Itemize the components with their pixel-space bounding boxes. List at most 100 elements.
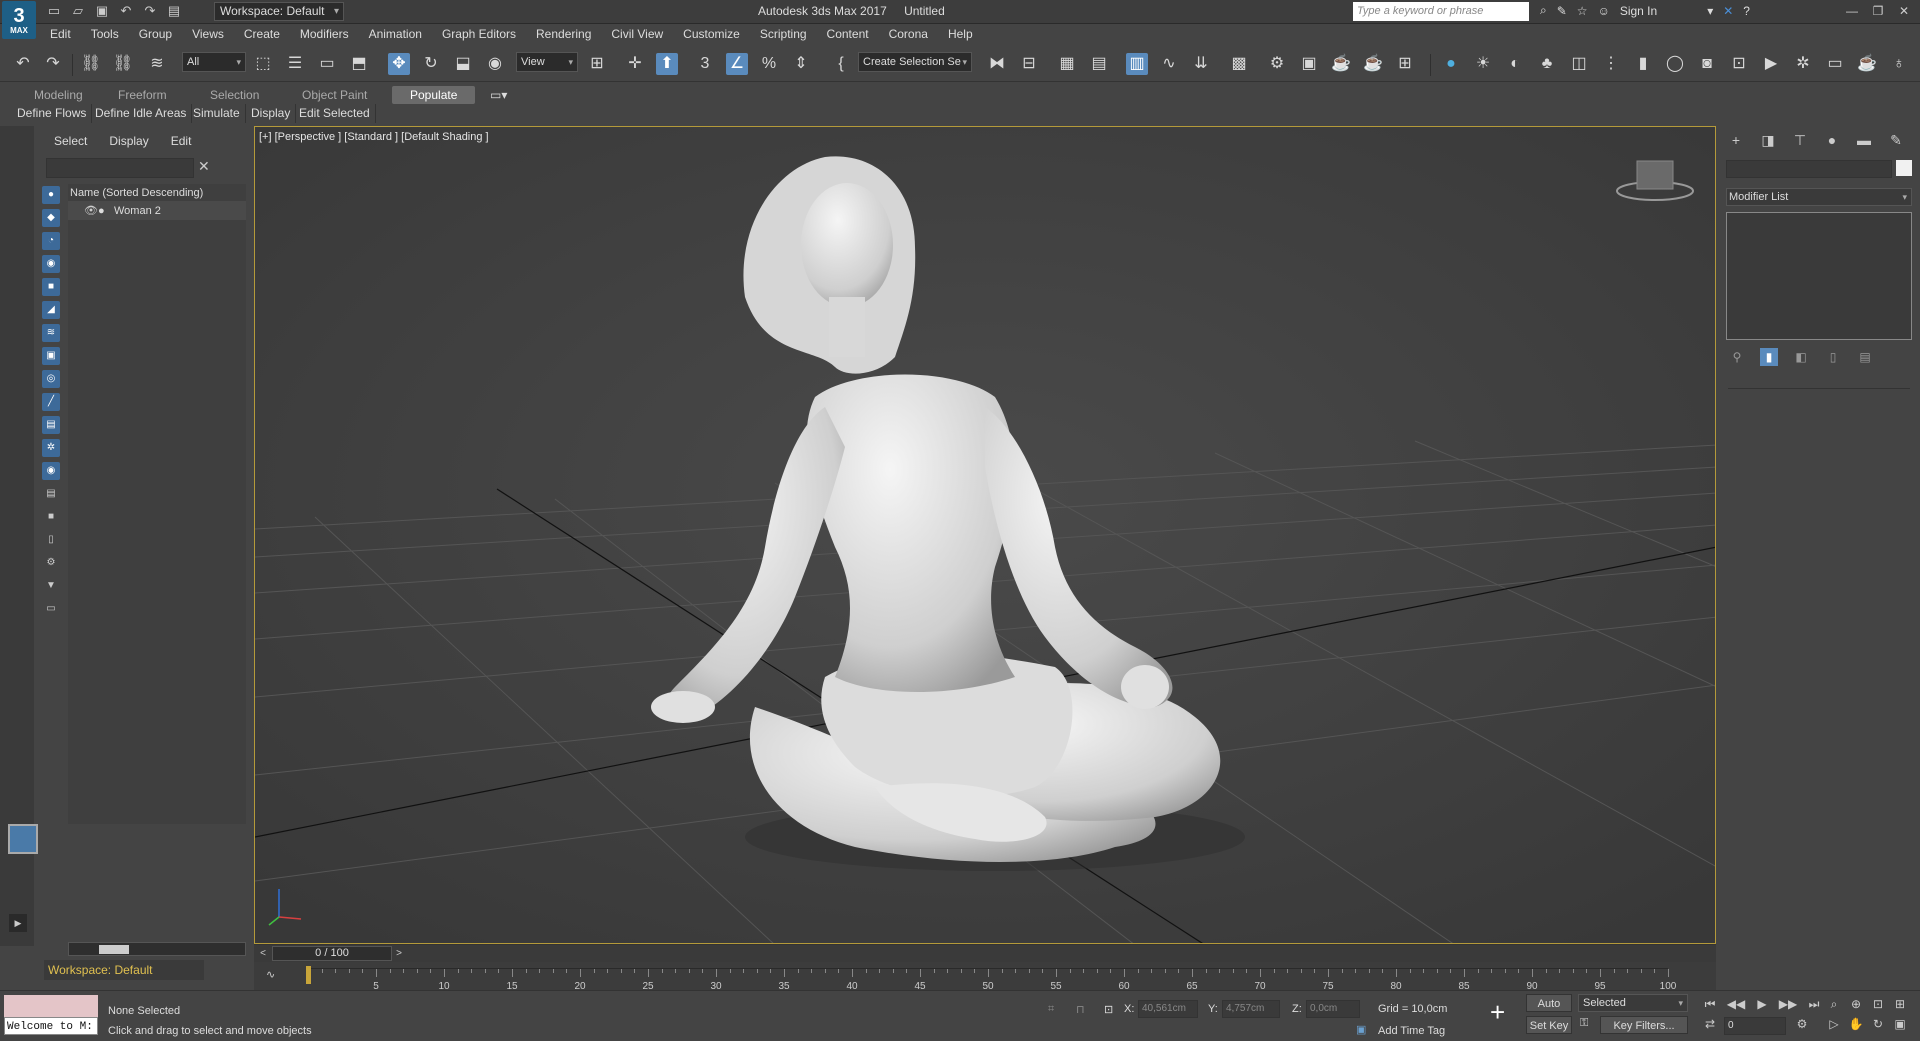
display-button[interactable]: Display [246, 104, 297, 123]
save-icon[interactable]: ▣ [94, 3, 110, 19]
undo-icon[interactable]: ↶ [12, 53, 34, 75]
modifier-stack[interactable] [1726, 212, 1912, 340]
select-manipulate-icon[interactable]: ✛ [624, 53, 646, 75]
move-icon[interactable]: ✥ [388, 53, 410, 75]
helper-filter-icon[interactable]: ◢ [42, 301, 60, 319]
modifier-list-dropdown[interactable]: Modifier List [1726, 188, 1912, 206]
scrollbar-thumb[interactable] [99, 945, 129, 954]
pan-icon[interactable]: ✋ [1846, 1015, 1866, 1033]
sun-icon[interactable]: ☀ [1472, 53, 1494, 75]
time-cursor[interactable] [306, 966, 311, 984]
sort-icon[interactable]: ▯ [42, 531, 60, 549]
scatter-icon[interactable]: ⋮ [1600, 53, 1622, 75]
go-to-start-icon[interactable]: ⏮ [1700, 995, 1720, 1013]
curve-editor-icon[interactable]: ∿ [1158, 53, 1180, 75]
favorites-icon[interactable]: ☆ [1577, 4, 1588, 18]
bone-filter-icon[interactable]: ╱ [42, 393, 60, 411]
app-logo[interactable]: 3 MAX [2, 1, 36, 39]
render-iterative-icon[interactable]: ☕ [1362, 53, 1384, 75]
light-filter-icon[interactable]: ◉ [42, 255, 60, 273]
group-filter-icon[interactable]: ▣ [42, 347, 60, 365]
frozen-filter-icon[interactable]: ✲ [42, 439, 60, 457]
menu-create[interactable]: Create [234, 24, 290, 44]
layer-explorer-icon[interactable]: ▤ [1088, 53, 1110, 75]
zoom-extents-all-icon[interactable]: ⊞ [1890, 995, 1910, 1013]
menu-animation[interactable]: Animation [359, 24, 432, 44]
place-icon[interactable]: ◉ [484, 53, 506, 75]
lock-icon[interactable]: ⊓ [1076, 1003, 1085, 1016]
define-flows-button[interactable]: Define Flows [12, 104, 93, 123]
column-header-name[interactable]: Name (Sorted Descending) [68, 184, 246, 202]
edit-selected-button[interactable]: Edit Selected [294, 104, 376, 123]
set-key-button[interactable]: Set Key [1526, 1016, 1572, 1034]
key-mode-dropdown[interactable]: Selected [1578, 994, 1688, 1012]
tab-freeform[interactable]: Freeform [118, 86, 167, 104]
time-tag-icon[interactable]: ▣ [1356, 1023, 1366, 1036]
orbit-icon[interactable]: ↻ [1868, 1015, 1888, 1033]
schematic-view-icon[interactable]: ⇊ [1190, 53, 1212, 75]
close-icon[interactable]: ✕ [1892, 2, 1916, 20]
xref-filter-icon[interactable]: ◎ [42, 370, 60, 388]
workspace-selector-bottom[interactable]: Workspace: Default [44, 960, 204, 980]
region-icon[interactable]: ⊡ [1728, 53, 1750, 75]
display-all-icon[interactable]: ● [42, 186, 60, 204]
menu-graph-editors[interactable]: Graph Editors [432, 24, 526, 44]
absolute-mode-icon[interactable]: ⊡ [1104, 1003, 1113, 1016]
menu-tools[interactable]: Tools [81, 24, 129, 44]
time-slider[interactable]: < 0 / 100 > [254, 944, 1716, 962]
tab-selection[interactable]: Selection [210, 86, 259, 104]
select-by-name-icon[interactable]: ☰ [284, 53, 306, 75]
menu-group[interactable]: Group [129, 24, 182, 44]
add-key-icon[interactable]: + [1490, 997, 1505, 1028]
rectangular-selection-icon[interactable]: ▭ [316, 53, 338, 75]
se-menu-select[interactable]: Select [54, 134, 87, 148]
pivot-center-icon[interactable]: ⊞ [586, 53, 608, 75]
spinner-snap-icon[interactable]: ⇕ [790, 53, 812, 75]
scale-icon[interactable]: ⬓ [452, 53, 474, 75]
geometry-filter-icon[interactable]: ◆ [42, 209, 60, 227]
denoise-icon[interactable]: ✲ [1792, 53, 1814, 75]
menu-help[interactable]: Help [938, 24, 983, 44]
proxy-icon[interactable]: ◫ [1568, 53, 1590, 75]
tab-populate[interactable]: Populate [392, 86, 476, 104]
filter-icon[interactable]: ▼ [42, 577, 60, 595]
key-mode-toggle-icon[interactable]: ⇄ [1700, 1015, 1720, 1033]
camera-filter-icon[interactable]: ■ [42, 278, 60, 296]
rendered-frame-window-icon[interactable]: ▣ [1298, 53, 1320, 75]
scene-search-input[interactable] [46, 158, 194, 178]
x-coordinate-field[interactable]: 40,561cm [1138, 1000, 1198, 1018]
prev-frame-icon[interactable]: < [256, 946, 270, 961]
track-ruler[interactable]: 5 10 15 20 25 30 35 40 45 50 55 60 65 70 75 80 85 90 95 100 [308, 968, 1676, 992]
chevron-down-icon[interactable]: ▾ [1707, 4, 1713, 18]
object-color-swatch[interactable] [1896, 160, 1912, 176]
z-coordinate-field[interactable]: 0,0cm [1306, 1000, 1360, 1018]
tree-icon[interactable]: ♣ [1536, 53, 1558, 75]
window-crossing-icon[interactable]: ⬒ [348, 53, 370, 75]
key-filters-button[interactable]: Key Filters... [1600, 1016, 1688, 1034]
container-filter-icon[interactable]: ▤ [42, 416, 60, 434]
display-tab-icon[interactable]: ▬ [1854, 130, 1874, 150]
select-object-icon[interactable]: ⬚ [252, 53, 274, 75]
add-time-tag[interactable]: Add Time Tag [1378, 1025, 1445, 1037]
user-icon[interactable]: ☺ [1598, 4, 1610, 18]
vfb-icon[interactable]: ◙ [1696, 53, 1718, 75]
hidden-filter-icon[interactable]: ◉ [42, 462, 60, 480]
named-selection-set-dropdown[interactable]: Create Selection Se [858, 52, 972, 72]
ribbon-options-icon[interactable]: ▭▾ [490, 86, 507, 104]
create-tab-icon[interactable]: + [1726, 130, 1746, 150]
material-library-icon[interactable]: ▮ [1632, 53, 1654, 75]
se-menu-display[interactable]: Display [109, 134, 148, 148]
redo-icon[interactable]: ↷ [142, 3, 158, 19]
spacewarp-filter-icon[interactable]: ≋ [42, 324, 60, 342]
box-icon[interactable]: ▭ [42, 600, 60, 618]
play-icon[interactable]: ▶ [1752, 995, 1772, 1013]
menu-customize[interactable]: Customize [673, 24, 750, 44]
viewport-layout-icon[interactable] [8, 824, 38, 854]
exchange-icon[interactable]: ✕ [1723, 4, 1733, 18]
configure-modifier-sets-icon[interactable]: ▤ [1856, 348, 1874, 366]
zoom-icon[interactable]: ⌕ [1824, 995, 1844, 1013]
edit-named-selection-icon[interactable]: { [830, 53, 852, 75]
communication-icon[interactable]: ✎ [1557, 4, 1567, 18]
previous-key-icon[interactable]: ◀◀ [1726, 995, 1746, 1013]
material-editor-icon[interactable]: ▩ [1228, 53, 1250, 75]
